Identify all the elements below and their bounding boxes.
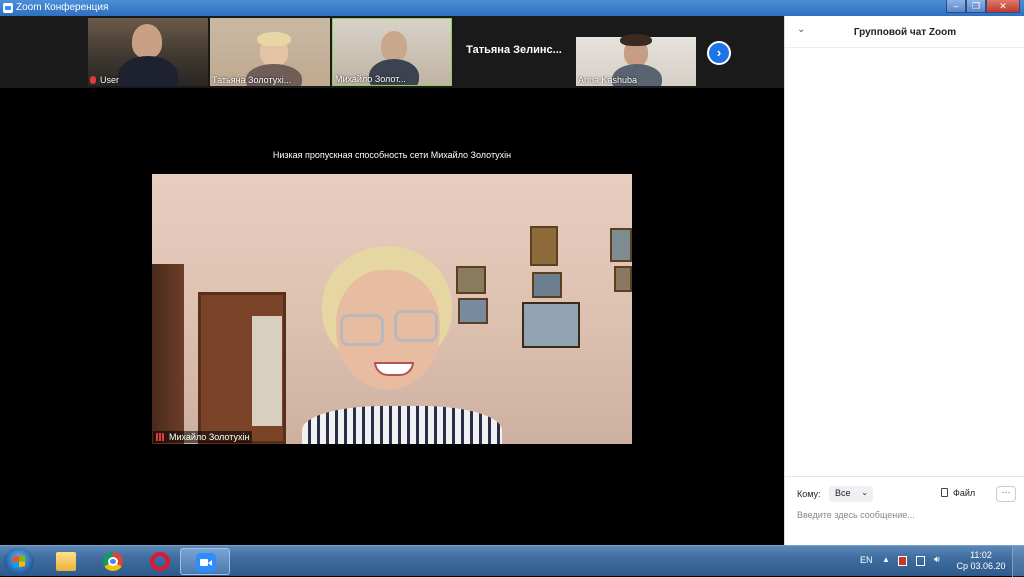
maximize-button[interactable]: ❐ <box>966 0 986 13</box>
participant-label: Anna Kashuba <box>578 75 694 85</box>
participant-name: Татьяна Зелинс... <box>466 44 562 56</box>
recipient-value: Все <box>835 488 851 498</box>
windows-taskbar: EN ▲ 🔊︎ 11:02 Ср 03.06.20 <box>0 545 1024 577</box>
security-icon[interactable] <box>898 556 907 566</box>
clock-date: Ср 03.06.20 <box>956 561 1006 571</box>
muted-mic-icon <box>90 76 96 84</box>
participant-face <box>381 31 407 61</box>
wall-picture <box>610 228 632 262</box>
room-doorway <box>252 316 282 426</box>
wall-picture <box>532 272 562 298</box>
speaker-glasses-left <box>340 314 384 346</box>
show-desktop-button[interactable] <box>1012 546 1024 577</box>
file-button[interactable]: Файл <box>941 488 975 498</box>
zoom-icon <box>196 553 216 572</box>
participant-name: Anna Kashuba <box>578 75 638 85</box>
minimize-button[interactable]: – <box>946 0 966 13</box>
signal-strength-icon <box>156 433 166 441</box>
next-page-arrow-icon[interactable]: › <box>707 41 731 65</box>
system-clock[interactable]: 11:02 Ср 03.06.20 <box>955 550 1007 572</box>
room-cabinet <box>152 264 184 444</box>
meeting-view: User Татьяна Золотухі... Михайло Золот..… <box>0 16 784 545</box>
volume-icon[interactable]: 🔊︎ <box>934 554 943 564</box>
recipient-select[interactable]: Все ⌄ <box>829 486 873 502</box>
participant-tile-tatiana-z[interactable]: Татьяна Золотухі... <box>210 18 330 86</box>
speaker-name: Михайло Золотухін <box>169 432 250 442</box>
participant-tile-mykhailo[interactable]: Михайло Золот... <box>332 18 452 86</box>
chat-title: Групповой чат Zoom <box>853 27 957 38</box>
taskbar-opera[interactable] <box>135 548 185 575</box>
speaker-glasses-right <box>394 310 438 342</box>
opera-icon <box>150 552 170 571</box>
active-speaker-video: Михайло Золотухін <box>152 174 632 444</box>
participant-tile-user[interactable]: User <box>88 18 208 86</box>
message-input[interactable]: Введите здесь сообщение... <box>797 510 915 520</box>
taskbar-zoom[interactable] <box>180 548 230 575</box>
taskbar-explorer[interactable] <box>41 548 91 575</box>
participant-strip: User Татьяна Золотухі... Михайло Золот..… <box>0 16 784 88</box>
participant-tile-tatiana-zel[interactable]: Татьяна Зелинс... <box>454 18 574 86</box>
participant-label: User <box>90 75 206 85</box>
participant-tile-anna[interactable]: Anna Kashuba <box>576 18 696 86</box>
folder-icon <box>56 552 76 571</box>
window-controls: – ❐ ✕ <box>946 0 1020 14</box>
chat-composer: Кому: Все ⌄ Файл ··· Введите здесь сообщ… <box>785 476 1024 545</box>
chevron-down-icon: ⌄ <box>861 488 868 497</box>
file-label: Файл <box>953 488 976 498</box>
chat-messages <box>785 48 1024 476</box>
participant-hair <box>257 32 291 46</box>
participant-name: Михайло Золот... <box>335 74 406 84</box>
speaker-label: Михайло Золотухін <box>153 431 253 443</box>
to-label: Кому: <box>797 489 821 499</box>
network-notice: Низкая пропускная способность сети Михай… <box>272 150 512 160</box>
window-title: Zoom Конференция <box>16 2 109 13</box>
speaker-shirt <box>302 406 502 444</box>
wall-picture <box>614 266 632 292</box>
clock-time: 11:02 <box>970 550 992 560</box>
zoom-app-icon <box>3 3 13 13</box>
chat-panel: ⌄ Групповой чат Zoom Кому: Все ⌄ Файл ··… <box>784 16 1024 545</box>
show-hidden-icons-icon[interactable]: ▲ <box>882 555 891 565</box>
more-options-button[interactable]: ··· <box>996 486 1016 502</box>
participant-label: Татьяна Золотухі... <box>212 75 328 85</box>
participant-label: Михайло Золот... <box>335 74 449 84</box>
wall-picture <box>458 298 488 324</box>
wall-picture <box>456 266 486 294</box>
window-titlebar: Zoom Конференция – ❐ ✕ <box>0 0 1024 16</box>
participant-name: Татьяна Золотухі... <box>212 75 292 85</box>
participant-name: User <box>100 75 120 85</box>
chat-header: ⌄ Групповой чат Zoom <box>785 16 1024 48</box>
file-icon <box>941 488 948 497</box>
wall-picture <box>522 302 580 348</box>
participant-hair <box>620 34 652 46</box>
participant-face <box>132 24 162 58</box>
taskbar-chrome[interactable] <box>88 548 138 575</box>
network-icon[interactable] <box>916 556 925 566</box>
chrome-icon <box>103 552 123 571</box>
close-button[interactable]: ✕ <box>986 0 1020 13</box>
language-indicator[interactable]: EN <box>860 555 873 565</box>
wall-picture <box>530 226 558 266</box>
start-button[interactable] <box>4 548 34 575</box>
